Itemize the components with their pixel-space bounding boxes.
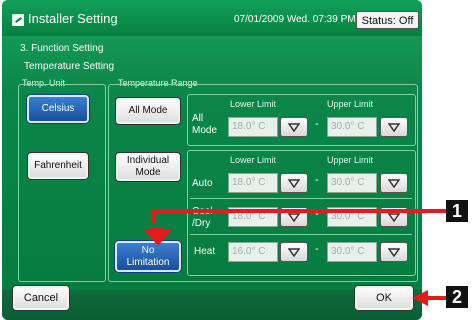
heat-row-label: Heat — [194, 246, 216, 257]
settings-pencil-icon — [12, 14, 24, 26]
date-time: 07/01/2009 Wed. 07:39 PM — [234, 14, 356, 25]
callout-arrow-left-icon — [412, 290, 428, 306]
title-bar: Installer Setting 07/01/2009 Wed. 07:39 … — [2, 0, 422, 36]
status-badge: Status: Off — [356, 11, 419, 29]
auto-upper-field[interactable]: 30.0° C — [327, 173, 377, 193]
triangle-down-icon — [388, 122, 400, 132]
triangle-down-icon — [288, 122, 300, 132]
all-mode-upper-dropdown-button[interactable] — [380, 117, 408, 137]
callout-badge-2: 2 — [446, 286, 468, 308]
all-mode-row-label: All Mode — [192, 113, 218, 136]
triangle-down-icon — [288, 247, 300, 257]
all-mode-lower-dropdown-button[interactable] — [280, 117, 308, 137]
auto-row-label: Auto — [192, 178, 213, 189]
row-divider — [190, 198, 412, 199]
window-title: Installer Setting — [28, 11, 118, 26]
triangle-down-icon — [288, 212, 300, 222]
cancel-button[interactable]: Cancel — [12, 285, 70, 311]
lower-limit-header: Lower Limit — [230, 99, 277, 109]
range-dash: - — [315, 243, 319, 255]
triangle-down-icon — [388, 247, 400, 257]
range-dash: - — [315, 118, 319, 130]
all-mode-upper-field[interactable]: 30.0° C — [327, 117, 377, 137]
row-divider — [190, 234, 412, 235]
heat-upper-dropdown-button[interactable] — [380, 242, 408, 262]
auto-upper-dropdown-button[interactable] — [380, 173, 408, 193]
callout-line-horizontal — [151, 209, 446, 213]
installer-setting-screen: Installer Setting 07/01/2009 Wed. 07:39 … — [2, 0, 422, 320]
lower-limit-header: Lower Limit — [230, 155, 277, 165]
upper-limit-header: Upper Limit — [327, 99, 374, 109]
fahrenheit-button[interactable]: Fahrenheit — [27, 152, 89, 180]
celsius-button[interactable]: Celsius — [27, 95, 89, 123]
all-mode-lower-field[interactable]: 18.0° C — [228, 117, 278, 137]
range-dash: - — [315, 174, 319, 186]
auto-lower-field[interactable]: 18.0° C — [228, 173, 278, 193]
triangle-down-icon — [388, 212, 400, 222]
triangle-down-icon — [288, 178, 300, 188]
heat-lower-field[interactable]: 16.0° C — [228, 242, 278, 262]
ok-button[interactable]: OK — [354, 285, 414, 311]
callout-badge-1: 1 — [446, 200, 468, 222]
individual-mode-button[interactable]: Individual Mode — [115, 152, 181, 182]
breadcrumb: 3. Function Setting — [20, 43, 104, 54]
callout-arrow-down-icon — [144, 230, 172, 246]
upper-limit-header: Upper Limit — [327, 155, 374, 165]
heat-upper-field[interactable]: 30.0° C — [327, 242, 377, 262]
auto-lower-dropdown-button[interactable] — [280, 173, 308, 193]
all-mode-button[interactable]: All Mode — [115, 97, 181, 125]
triangle-down-icon — [388, 178, 400, 188]
page-title: Temperature Setting — [24, 61, 115, 72]
heat-lower-dropdown-button[interactable] — [280, 242, 308, 262]
